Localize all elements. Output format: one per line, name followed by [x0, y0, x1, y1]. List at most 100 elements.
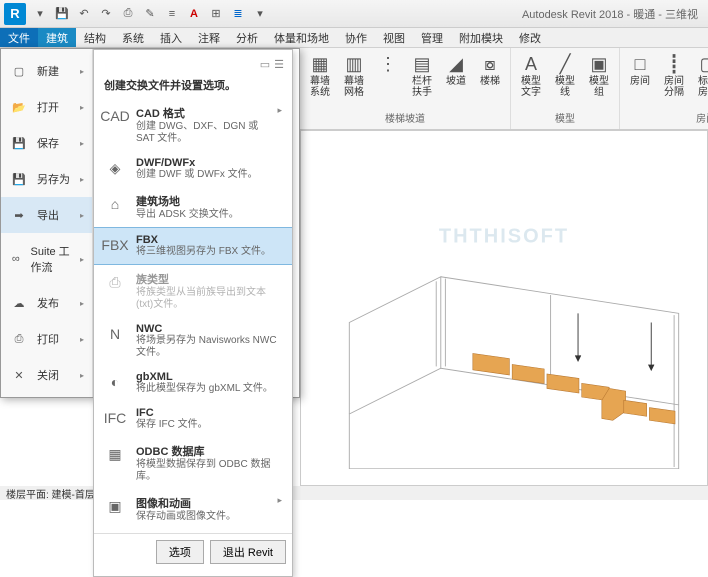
ribbon-button[interactable]: ▢标记 房间 [692, 50, 708, 100]
export-desc: 导出 ADSK 交换文件。 [136, 209, 282, 221]
qat-open-icon[interactable]: ▾ [32, 6, 48, 22]
ribbon-button[interactable]: ⧇楼梯 [474, 50, 506, 100]
title-bar: R ▾ 💾 ↶ ↷ ⎙ ✎ ≡ A ⊞ ≣ ▾ Autodesk Revit 2… [0, 0, 708, 28]
ribbon-button[interactable]: □房间 [624, 50, 656, 100]
menu-arch[interactable]: 建筑 [38, 28, 76, 47]
export-item-[interactable]: ⌂建筑场地导出 ADSK 交换文件。 [94, 187, 292, 227]
export-submenu: ▭ ☰ 创建交换文件并设置选项。 CADCAD 格式创建 DWG、DXF、DGN… [93, 49, 293, 577]
ribbon-icon: ◢ [449, 52, 463, 76]
ribbon-icon: ╱ [560, 52, 571, 76]
app-menu-save[interactable]: 💾保存▸ [1, 125, 92, 161]
export-desc: 将族类型从当前族导出到文本(txt)文件。 [136, 287, 282, 311]
status-text: 楼层平面: 建模-首层平 [6, 486, 105, 501]
ribbon-label: 楼梯 [480, 76, 500, 87]
qat-measure-icon[interactable]: ✎ [142, 6, 158, 22]
qat-undo-icon[interactable]: ↶ [76, 6, 92, 22]
ribbon-button[interactable]: A模型 文字 [515, 50, 547, 100]
ribbon-label: 幕墙 系统 [306, 76, 334, 98]
export-item-cad[interactable]: CADCAD 格式创建 DWG、DXF、DGN 或 SAT 文件。▸ [94, 99, 292, 151]
menu-view[interactable]: 视图 [375, 28, 413, 47]
qat-section-icon[interactable]: ⊞ [208, 6, 224, 22]
ribbon-button[interactable]: ▣模型 组 [583, 50, 615, 100]
exit-revit-button[interactable]: 退出 Revit [210, 540, 286, 564]
qat-save-icon[interactable]: 💾 [54, 6, 70, 22]
qat-close-hidden-icon[interactable]: ▾ [252, 6, 268, 22]
app-menu-left-panel: ▢新建▸📂打开▸💾保存▸💾另存为▸➡导出▸∞Suite 工作流▸☁发布▸⎙打印▸… [1, 49, 93, 397]
ribbon-button[interactable]: ╱模型 线 [549, 50, 581, 100]
application-menu: ▢新建▸📂打开▸💾保存▸💾另存为▸➡导出▸∞Suite 工作流▸☁发布▸⎙打印▸… [0, 48, 300, 398]
print-icon: ⎙ [9, 331, 29, 347]
menu-insert[interactable]: 插入 [152, 28, 190, 47]
export-item-gbxml[interactable]: ◐gbXML将此模型保存为 gbXML 文件。 [94, 365, 292, 401]
app-menu-footer: 选项 退出 Revit [94, 533, 292, 570]
ribbon-label: 标记 房间 [694, 76, 708, 98]
export-desc: 将此模型保存为 gbXML 文件。 [136, 383, 282, 395]
menu-manage[interactable]: 管理 [413, 28, 451, 47]
ribbon-button[interactable]: ◢坡道 [440, 50, 472, 100]
pin-icon[interactable]: ▭ [260, 58, 270, 71]
ribbon-icon: ▥ [345, 52, 362, 76]
submenu-arrow-icon: ▸ [80, 211, 84, 220]
menu-annotate[interactable]: 注释 [190, 28, 228, 47]
qat-text-icon[interactable]: A [186, 6, 202, 22]
export-item-fbx[interactable]: FBXFBX将三维视图另存为 FBX 文件。 [94, 227, 292, 265]
new-icon: ▢ [9, 63, 29, 79]
menu-struct[interactable]: 结构 [76, 28, 114, 47]
app-menu-label: 另存为 [37, 171, 70, 187]
ribbon-button[interactable]: ▥幕墙 网格 [338, 50, 370, 100]
close-icon: ✕ [9, 367, 29, 383]
list-icon[interactable]: ☰ [274, 58, 284, 71]
ribbon-label: 模型 组 [585, 76, 613, 98]
submenu-arrow-icon: ▸ [80, 255, 84, 264]
app-menu-print[interactable]: ⎙打印▸ [1, 321, 92, 357]
export-item-ifc[interactable]: IFCIFC保存 IFC 文件。 [94, 401, 292, 437]
quick-access-toolbar: ▾ 💾 ↶ ↷ ⎙ ✎ ≡ A ⊞ ≣ ▾ [32, 6, 268, 22]
ribbon-icon: ▤ [413, 52, 430, 76]
ribbon-label: 模型 线 [551, 76, 579, 98]
app-menu-new[interactable]: ▢新建▸ [1, 53, 92, 89]
qat-thin-lines-icon[interactable]: ≣ [230, 6, 246, 22]
export-title: IFC [136, 407, 282, 419]
menu-modify[interactable]: 修改 [511, 28, 549, 47]
ribbon-group-label: 房间和面积 ▾ [696, 110, 708, 127]
qat-print-icon[interactable]: ⎙ [120, 6, 136, 22]
export-title: 图像和动画 [136, 495, 267, 511]
ribbon-button[interactable]: ┋房间 分隔 [658, 50, 690, 100]
menu-file[interactable]: 文件 [0, 28, 38, 47]
submenu-arrow-icon: ▸ [277, 495, 282, 506]
submenu-arrow-icon: ▸ [80, 335, 84, 344]
export-title: 族类型 [136, 271, 282, 287]
menu-massing[interactable]: 体量和场地 [266, 28, 337, 47]
options-button[interactable]: 选项 [156, 540, 204, 564]
model-viewport[interactable]: THTHISOFT [300, 130, 708, 486]
ribbon-label: 幕墙 网格 [340, 76, 368, 98]
app-menu-label: 发布 [37, 295, 59, 311]
qat-align-icon[interactable]: ≡ [164, 6, 180, 22]
app-menu-saveas[interactable]: 💾另存为▸ [1, 161, 92, 197]
export-item-[interactable]: ▣图像和动画保存动画或图像文件。▸ [94, 489, 292, 529]
ribbon-button[interactable]: ⋮ [372, 50, 404, 100]
export-item-odbc[interactable]: ▦ODBC 数据库将模型数据保存到 ODBC 数据库。 [94, 437, 292, 489]
app-menu-open[interactable]: 📂打开▸ [1, 89, 92, 125]
app-menu-publish[interactable]: ☁发布▸ [1, 285, 92, 321]
export-title: DWF/DWFx [136, 157, 282, 169]
app-menu-close[interactable]: ✕关闭▸ [1, 357, 92, 393]
menu-analyze[interactable]: 分析 [228, 28, 266, 47]
app-menu-label: 关闭 [37, 367, 59, 383]
app-menu-suite[interactable]: ∞Suite 工作流▸ [1, 233, 92, 285]
export-item-nwc[interactable]: NNWC将场景另存为 Navisworks NWC 文件。 [94, 317, 292, 365]
model-3d-view [331, 231, 697, 469]
qat-redo-icon[interactable]: ↷ [98, 6, 114, 22]
app-logo[interactable]: R [4, 3, 26, 25]
ribbon-icon: ▣ [590, 52, 607, 76]
menu-system[interactable]: 系统 [114, 28, 152, 47]
ribbon-button[interactable]: ▤栏杆扶手 [406, 50, 438, 100]
export-format-icon: ⌂ [104, 193, 126, 215]
ribbon-icon: ▦ [311, 52, 328, 76]
export-item-dwfdwfx[interactable]: ◈DWF/DWFx创建 DWF 或 DWFx 文件。 [94, 151, 292, 187]
menu-addins[interactable]: 附加模块 [451, 28, 511, 47]
app-menu-export[interactable]: ➡导出▸ [1, 197, 92, 233]
menu-collab[interactable]: 协作 [337, 28, 375, 47]
ribbon-button[interactable]: ▦幕墙 系统 [304, 50, 336, 100]
ribbon-icon: ⋮ [379, 52, 397, 76]
